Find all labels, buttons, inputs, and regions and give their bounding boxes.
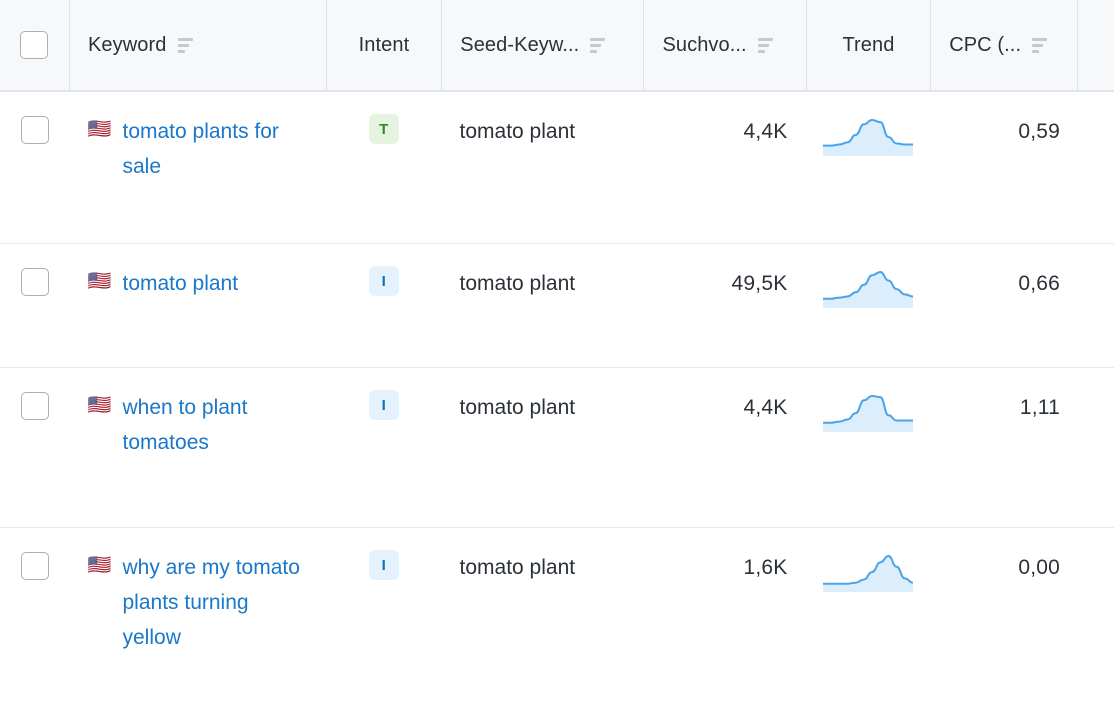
seed-keyword-value: tomato plant	[459, 272, 576, 295]
sort-icon-seed-keyword[interactable]	[590, 37, 606, 53]
header-cell-cpc[interactable]: CPC (...	[931, 0, 1078, 90]
keyword-wrapper: 🇺🇸 tomato plants for sale	[88, 114, 308, 184]
intent-badge-informational[interactable]: I	[368, 390, 399, 420]
table-body: 🇺🇸 tomato plants for sale Ttomato plant 4,4…	[0, 92, 1114, 710]
row-checkbox[interactable]	[20, 268, 49, 296]
search-volume-cell: 49,5K	[643, 244, 805, 301]
keyword-wrapper: 🇺🇸 when to plant tomatoes	[88, 390, 308, 460]
keyword-wrapper: 🇺🇸 why are my tomato plants turning yello…	[88, 550, 308, 655]
cpc-value: 0,66	[1018, 272, 1060, 295]
cpc-cell: 0,66	[931, 244, 1078, 301]
trend-cell	[805, 92, 931, 156]
cpc-cell: 1,11	[931, 368, 1078, 425]
trend-sparkline[interactable]	[823, 116, 914, 156]
us-flag-icon: 🇺🇸	[87, 555, 112, 576]
row-checkbox[interactable]	[20, 392, 49, 420]
row-checkbox-cell	[0, 368, 70, 420]
search-volume-value: 49,5K	[731, 272, 788, 295]
header-label-search-volume: Suchvo...	[662, 33, 747, 56]
header-label-seed-keyword: Seed-Keyw...	[460, 33, 580, 56]
table-row: 🇺🇸 tomato plant Itomato plant 49,5K 0,66	[0, 244, 1114, 368]
header-label-keyword: Keyword	[87, 33, 167, 56]
cpc-cell: 0,59	[931, 92, 1078, 149]
trend-cell	[805, 528, 931, 592]
row-checkbox[interactable]	[20, 552, 49, 580]
keyword-link[interactable]: why are my tomato plants turning yellow	[123, 550, 308, 655]
header-cell-search-volume[interactable]: Suchvo...	[644, 0, 807, 90]
header-label-intent: Intent	[358, 33, 410, 56]
header-cell-overflow	[1078, 0, 1114, 90]
search-volume-value: 4,4K	[743, 120, 788, 143]
header-cell-keyword[interactable]: Keyword	[70, 0, 327, 90]
keyword-link[interactable]: tomato plants for sale	[123, 114, 308, 184]
keyword-cell: 🇺🇸 tomato plant	[70, 244, 326, 301]
search-volume-value: 1,6K	[743, 556, 788, 579]
overflow-cell	[1078, 244, 1114, 266]
cpc-value: 0,59	[1018, 120, 1060, 143]
header-label-trend: Trend	[842, 33, 895, 56]
keyword-results-table: Keyword Intent Seed-Keyw... Suchvo... Tr…	[0, 0, 1114, 710]
overflow-cell	[1078, 368, 1114, 390]
us-flag-icon: 🇺🇸	[87, 119, 112, 140]
intent-badge-transactional[interactable]: T	[368, 114, 399, 144]
us-flag-icon: 🇺🇸	[87, 271, 112, 292]
keyword-link[interactable]: when to plant tomatoes	[123, 390, 308, 460]
search-volume-cell: 1,6K	[643, 528, 805, 585]
search-volume-value: 4,4K	[743, 396, 788, 419]
search-volume-cell: 4,4K	[643, 368, 805, 425]
trend-sparkline[interactable]	[823, 392, 914, 432]
trend-cell	[805, 244, 931, 308]
intent-badge-informational[interactable]: I	[368, 550, 399, 580]
overflow-cell	[1078, 92, 1114, 114]
keyword-cell: 🇺🇸 why are my tomato plants turning yello…	[70, 528, 326, 655]
header-cell-seed-keyword[interactable]: Seed-Keyw...	[442, 0, 645, 90]
seed-keyword-value: tomato plant	[459, 120, 576, 143]
intent-cell: I	[326, 244, 442, 296]
seed-keyword-cell: tomato plant	[442, 368, 644, 425]
intent-cell: I	[326, 528, 442, 580]
cpc-value: 1,11	[1019, 396, 1060, 419]
intent-cell: I	[326, 368, 442, 420]
seed-keyword-cell: tomato plant	[442, 92, 644, 149]
select-all-checkbox[interactable]	[20, 31, 49, 59]
row-checkbox[interactable]	[20, 116, 49, 144]
table-row: 🇺🇸 why are my tomato plants turning yello…	[0, 528, 1114, 710]
intent-cell: T	[326, 92, 442, 144]
keyword-wrapper: 🇺🇸 tomato plant	[88, 266, 308, 301]
seed-keyword-cell: tomato plant	[442, 244, 644, 301]
row-checkbox-cell	[0, 244, 70, 296]
seed-keyword-value: tomato plant	[459, 396, 576, 419]
keyword-cell: 🇺🇸 tomato plants for sale	[70, 92, 326, 184]
trend-sparkline[interactable]	[823, 552, 914, 592]
keyword-link[interactable]: tomato plant	[123, 266, 239, 301]
intent-badge-informational[interactable]: I	[368, 266, 399, 296]
keyword-cell: 🇺🇸 when to plant tomatoes	[70, 368, 326, 460]
sort-icon-keyword[interactable]	[177, 37, 193, 53]
trend-sparkline[interactable]	[823, 268, 914, 308]
sort-icon-cpc[interactable]	[1032, 37, 1048, 53]
header-cell-trend: Trend	[807, 0, 932, 90]
header-label-cpc: CPC (...	[949, 33, 1022, 56]
us-flag-icon: 🇺🇸	[87, 395, 112, 416]
search-volume-cell: 4,4K	[643, 92, 805, 149]
header-cell-checkbox	[0, 0, 70, 90]
seed-keyword-cell: tomato plant	[442, 528, 644, 585]
row-checkbox-cell	[0, 92, 70, 144]
cpc-value: 0,00	[1018, 556, 1060, 579]
header-cell-intent: Intent	[327, 0, 443, 90]
row-checkbox-cell	[0, 528, 70, 580]
table-row: 🇺🇸 when to plant tomatoes Itomato plant 4,4…	[0, 368, 1114, 528]
sort-icon-search-volume[interactable]	[757, 37, 773, 53]
seed-keyword-value: tomato plant	[459, 556, 576, 579]
table-header-row: Keyword Intent Seed-Keyw... Suchvo... Tr…	[0, 0, 1114, 92]
cpc-cell: 0,00	[931, 528, 1078, 585]
overflow-cell	[1078, 528, 1114, 550]
trend-cell	[805, 368, 931, 432]
table-row: 🇺🇸 tomato plants for sale Ttomato plant 4,4…	[0, 92, 1114, 244]
